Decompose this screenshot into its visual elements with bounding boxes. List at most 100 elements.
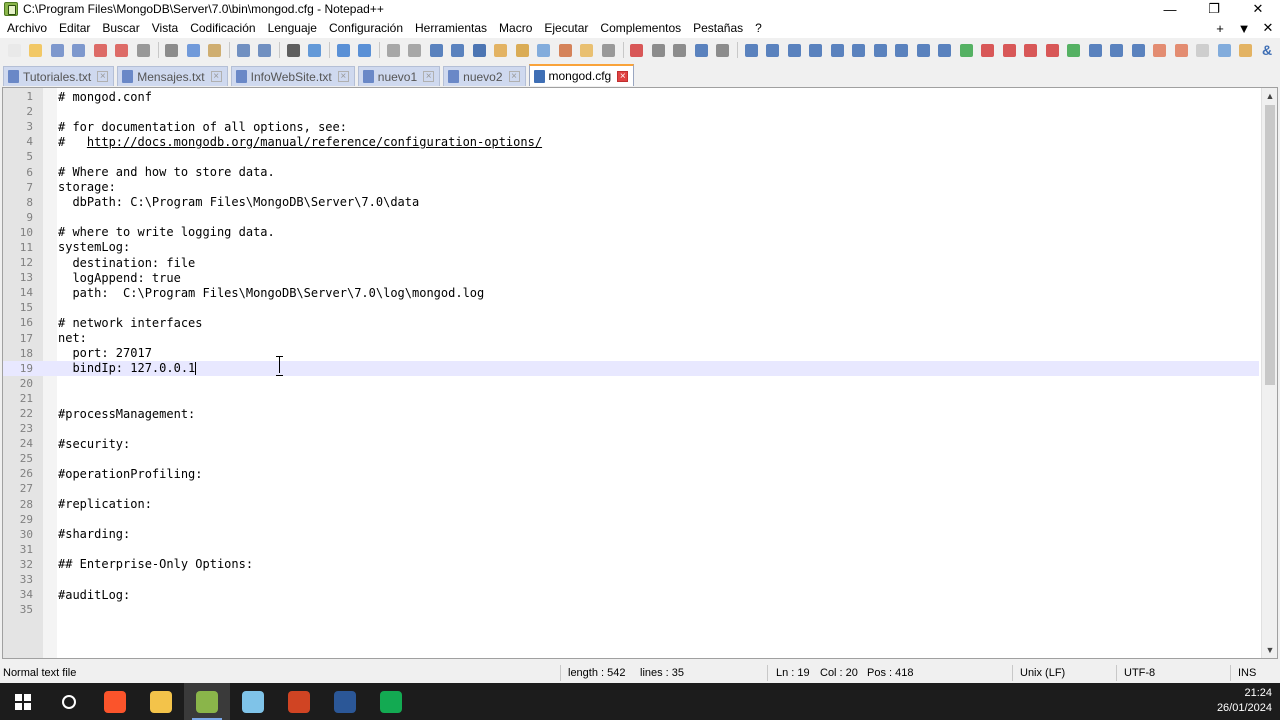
scrollbar-thumb[interactable] bbox=[1265, 105, 1275, 385]
editor-line[interactable]: 19 bindIp: 127.0.0.1 bbox=[3, 360, 1259, 376]
word-taskbar-button[interactable] bbox=[322, 683, 368, 720]
line-text[interactable]: #replication: bbox=[58, 497, 152, 511]
copy-button[interactable] bbox=[183, 40, 203, 60]
line-text[interactable]: ## Enterprise-Only Options: bbox=[58, 557, 253, 571]
doc-list-button[interactable] bbox=[534, 40, 554, 60]
windows-start-taskbar-button[interactable] bbox=[0, 683, 46, 720]
plugin-a-button[interactable] bbox=[1064, 40, 1084, 60]
documentation-link[interactable]: http://docs.mongodb.org/manual/reference… bbox=[87, 135, 542, 149]
prev-diff-button[interactable] bbox=[849, 40, 869, 60]
editor-line[interactable]: 22 #processManagement: bbox=[3, 406, 1259, 421]
plugin-h-button[interactable] bbox=[1214, 40, 1234, 60]
word-wrap-button[interactable] bbox=[426, 40, 446, 60]
editor-line[interactable]: 1 # mongod.conf bbox=[3, 89, 1259, 104]
line-text[interactable]: # where to write logging data. bbox=[58, 225, 275, 239]
editor-line[interactable]: 15 bbox=[3, 300, 1259, 315]
sync-vertical-button[interactable] bbox=[383, 40, 403, 60]
plugin-c-button[interactable] bbox=[1107, 40, 1127, 60]
next-bookmark-button[interactable] bbox=[1021, 40, 1041, 60]
close-all-button[interactable] bbox=[112, 40, 132, 60]
editor-line[interactable]: 21 bbox=[3, 391, 1259, 406]
editor-line[interactable]: 29 bbox=[3, 512, 1259, 527]
system-clock[interactable]: 21:24 26/01/2024 bbox=[1217, 686, 1272, 716]
save-button[interactable] bbox=[47, 40, 67, 60]
editor[interactable]: 1 # mongod.conf 2 3 # for documentation of a… bbox=[2, 87, 1278, 659]
editor-line[interactable]: 28 #replication: bbox=[3, 497, 1259, 512]
menu-buscar[interactable]: Buscar bbox=[96, 18, 145, 38]
tab-close-icon[interactable]: × bbox=[508, 71, 520, 82]
record-macro-button[interactable] bbox=[627, 40, 647, 60]
editor-line[interactable]: 26 #operationProfiling: bbox=[3, 466, 1259, 481]
tab-nuevo1[interactable]: nuevo1 × bbox=[357, 66, 441, 86]
editor-line[interactable]: 13 logAppend: true bbox=[3, 270, 1259, 285]
compare-lines-button[interactable] bbox=[784, 40, 804, 60]
editor-line[interactable]: 3 # for documentation of all options, see… bbox=[3, 119, 1259, 134]
next-diff-button[interactable] bbox=[870, 40, 890, 60]
editor-line[interactable]: 5 bbox=[3, 149, 1259, 164]
notepadpp-taskbar-button[interactable] bbox=[184, 683, 230, 720]
replace-button[interactable] bbox=[305, 40, 325, 60]
line-text[interactable]: port: 27017 bbox=[58, 346, 151, 360]
last-diff-button[interactable] bbox=[892, 40, 912, 60]
editor-line[interactable]: 34 #auditLog: bbox=[3, 587, 1259, 602]
play-macro-button[interactable] bbox=[670, 40, 690, 60]
menu-herramientas[interactable]: Herramientas bbox=[409, 18, 493, 38]
open-file-button[interactable] bbox=[26, 40, 46, 60]
line-text[interactable]: # Where and how to store data. bbox=[58, 165, 275, 179]
search-taskbar-button[interactable] bbox=[46, 683, 92, 720]
indent-guide-button[interactable] bbox=[469, 40, 489, 60]
stop-macro-button[interactable] bbox=[648, 40, 668, 60]
powerpoint-taskbar-button[interactable] bbox=[276, 683, 322, 720]
tab-nuevo2[interactable]: nuevo2 × bbox=[443, 66, 526, 86]
editor-line[interactable]: 6 # Where and how to store data. bbox=[3, 164, 1259, 179]
compare-options-button[interactable] bbox=[763, 40, 783, 60]
notepad-taskbar-button[interactable] bbox=[230, 683, 276, 720]
print-button[interactable] bbox=[133, 40, 153, 60]
tab-close-icon[interactable]: × bbox=[337, 71, 349, 82]
mongodb-compass-taskbar-button[interactable] bbox=[368, 683, 414, 720]
plugin-d-button[interactable] bbox=[1128, 40, 1148, 60]
first-diff-button[interactable] bbox=[827, 40, 847, 60]
restore-button[interactable]: ❐ bbox=[1192, 0, 1236, 18]
brave-browser-taskbar-button[interactable] bbox=[92, 683, 138, 720]
line-text[interactable]: #operationProfiling: bbox=[58, 467, 203, 481]
save-macro-button[interactable] bbox=[713, 40, 733, 60]
new-tab-plus-icon[interactable]: + bbox=[1208, 21, 1232, 36]
editor-line[interactable]: 17 net: bbox=[3, 331, 1259, 346]
editor-line[interactable]: 27 bbox=[3, 481, 1259, 496]
vertical-scrollbar[interactable]: ▲ ▼ bbox=[1261, 88, 1277, 658]
editor-line[interactable]: 33 bbox=[3, 572, 1259, 587]
run-macro-multiple-button[interactable] bbox=[691, 40, 711, 60]
menu-editar[interactable]: Editar bbox=[53, 18, 96, 38]
line-text[interactable]: # http://docs.mongodb.org/manual/referen… bbox=[58, 135, 542, 149]
sync-horizontal-button[interactable] bbox=[405, 40, 425, 60]
redo-button[interactable] bbox=[255, 40, 275, 60]
menu-archivo[interactable]: Archivo bbox=[1, 18, 53, 38]
line-text[interactable]: destination: file bbox=[58, 256, 195, 270]
zoom-in-button[interactable] bbox=[333, 40, 353, 60]
plugin-g-button[interactable] bbox=[1193, 40, 1213, 60]
editor-line[interactable]: 23 bbox=[3, 421, 1259, 436]
tab-mongod-cfg[interactable]: mongod.cfg × bbox=[528, 64, 635, 86]
editor-line[interactable]: 10 # where to write logging data. bbox=[3, 225, 1259, 240]
menu-macro[interactable]: Macro bbox=[493, 18, 538, 38]
editor-line[interactable]: 4 # http://docs.mongodb.org/manual/refere… bbox=[3, 134, 1259, 149]
tab-close-icon[interactable]: × bbox=[210, 71, 222, 82]
show-all-chars-button[interactable] bbox=[448, 40, 468, 60]
plugin-b-button[interactable] bbox=[1085, 40, 1105, 60]
line-text[interactable]: logAppend: true bbox=[58, 271, 180, 285]
editor-line[interactable]: 9 bbox=[3, 210, 1259, 225]
tab-mensajes-txt[interactable]: Mensajes.txt × bbox=[117, 66, 228, 86]
minimize-button[interactable]: — bbox=[1148, 0, 1192, 18]
editor-line[interactable]: 14 path: C:\Program Files\MongoDB\Server… bbox=[3, 285, 1259, 300]
doc-map-button[interactable] bbox=[512, 40, 532, 60]
editor-line[interactable]: 20 bbox=[3, 376, 1259, 391]
close-button[interactable] bbox=[90, 40, 110, 60]
editor-line[interactable]: 11 systemLog: bbox=[3, 240, 1259, 255]
folder-workspace-button[interactable] bbox=[577, 40, 597, 60]
clear-compare-button[interactable] bbox=[806, 40, 826, 60]
tab-infowebsite-txt[interactable]: InfoWebSite.txt × bbox=[230, 66, 355, 86]
line-text[interactable]: path: C:\Program Files\MongoDB\Server\7.… bbox=[58, 286, 484, 300]
line-text[interactable]: # mongod.conf bbox=[58, 90, 152, 104]
menu-complementos[interactable]: Complementos bbox=[594, 18, 687, 38]
